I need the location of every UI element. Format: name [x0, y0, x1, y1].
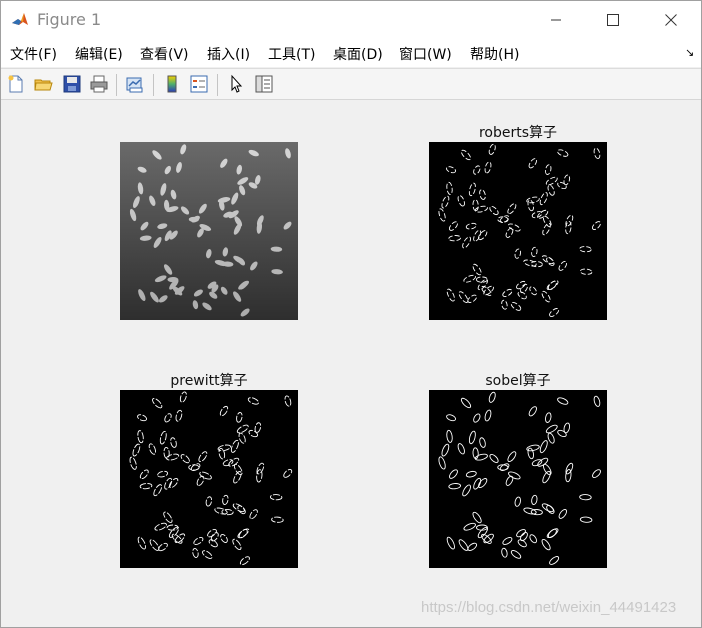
legend-button[interactable]	[188, 73, 210, 95]
colorbar-button[interactable]	[161, 73, 183, 95]
new-figure-button[interactable]	[5, 73, 27, 95]
figure-window: Figure 1 文件(F) 编辑(E) 查看(V) 插入(I) 工具(T) 桌…	[0, 0, 702, 628]
minimize-button[interactable]	[533, 1, 579, 39]
print-button[interactable]	[88, 73, 110, 95]
menu-dock-arrow-icon[interactable]: ↘	[685, 46, 694, 59]
menu-desktop[interactable]: 桌面(D)	[333, 44, 383, 64]
property-editor-button[interactable]	[253, 73, 275, 95]
menu-file[interactable]: 文件(F)	[10, 44, 57, 64]
pointer-icon	[231, 74, 243, 93]
window-title: Figure 1	[37, 10, 102, 29]
print-icon	[90, 75, 108, 93]
prewitt-edge-image	[120, 390, 298, 568]
new-figure-icon	[8, 75, 23, 93]
roberts-edge-image	[429, 142, 607, 320]
close-icon	[665, 14, 677, 26]
toolbar-separator	[217, 74, 218, 96]
edit-plot-button[interactable]	[225, 73, 247, 95]
menu-edit[interactable]: 编辑(E)	[75, 44, 123, 64]
subplot-title-roberts: roberts算子	[478, 125, 558, 141]
menu-bar: 文件(F) 编辑(E) 查看(V) 插入(I) 工具(T) 桌面(D) 窗口(W…	[1, 39, 701, 67]
maximize-icon	[607, 14, 619, 26]
link-plot-button[interactable]	[124, 73, 146, 95]
open-file-icon	[34, 79, 53, 91]
open-file-button[interactable]	[32, 73, 54, 95]
close-button[interactable]	[648, 1, 694, 39]
menu-insert[interactable]: 插入(I)	[207, 44, 250, 64]
toolbar-separator	[116, 74, 117, 96]
legend-icon	[190, 75, 208, 93]
rice-grayscale-image	[120, 142, 298, 320]
menu-window[interactable]: 窗口(W)	[399, 44, 452, 64]
colorbar-icon	[167, 75, 177, 93]
link-plot-icon	[126, 77, 143, 93]
menu-tools[interactable]: 工具(T)	[268, 44, 315, 64]
menu-view[interactable]: 查看(V)	[140, 44, 189, 64]
matlab-logo-icon	[10, 10, 30, 30]
figure-canvas[interactable]: roberts算子 prewitt算子 sobel算子	[1, 101, 701, 627]
save-icon	[63, 75, 81, 93]
subplot-title-sobel: sobel算子	[485, 373, 551, 389]
menu-help[interactable]: 帮助(H)	[470, 44, 519, 64]
maximize-button[interactable]	[590, 1, 636, 39]
property-editor-icon	[255, 75, 273, 93]
toolbar-separator	[153, 74, 154, 96]
figure-toolbar	[1, 68, 701, 100]
title-bar[interactable]: Figure 1	[1, 1, 701, 39]
sobel-edge-image	[429, 390, 607, 568]
minimize-icon	[551, 19, 561, 21]
save-button[interactable]	[61, 73, 83, 95]
subplot-title-prewitt: prewitt算子	[170, 373, 248, 389]
watermark-url: https://blog.csdn.net/weixin_44491423	[421, 599, 677, 616]
